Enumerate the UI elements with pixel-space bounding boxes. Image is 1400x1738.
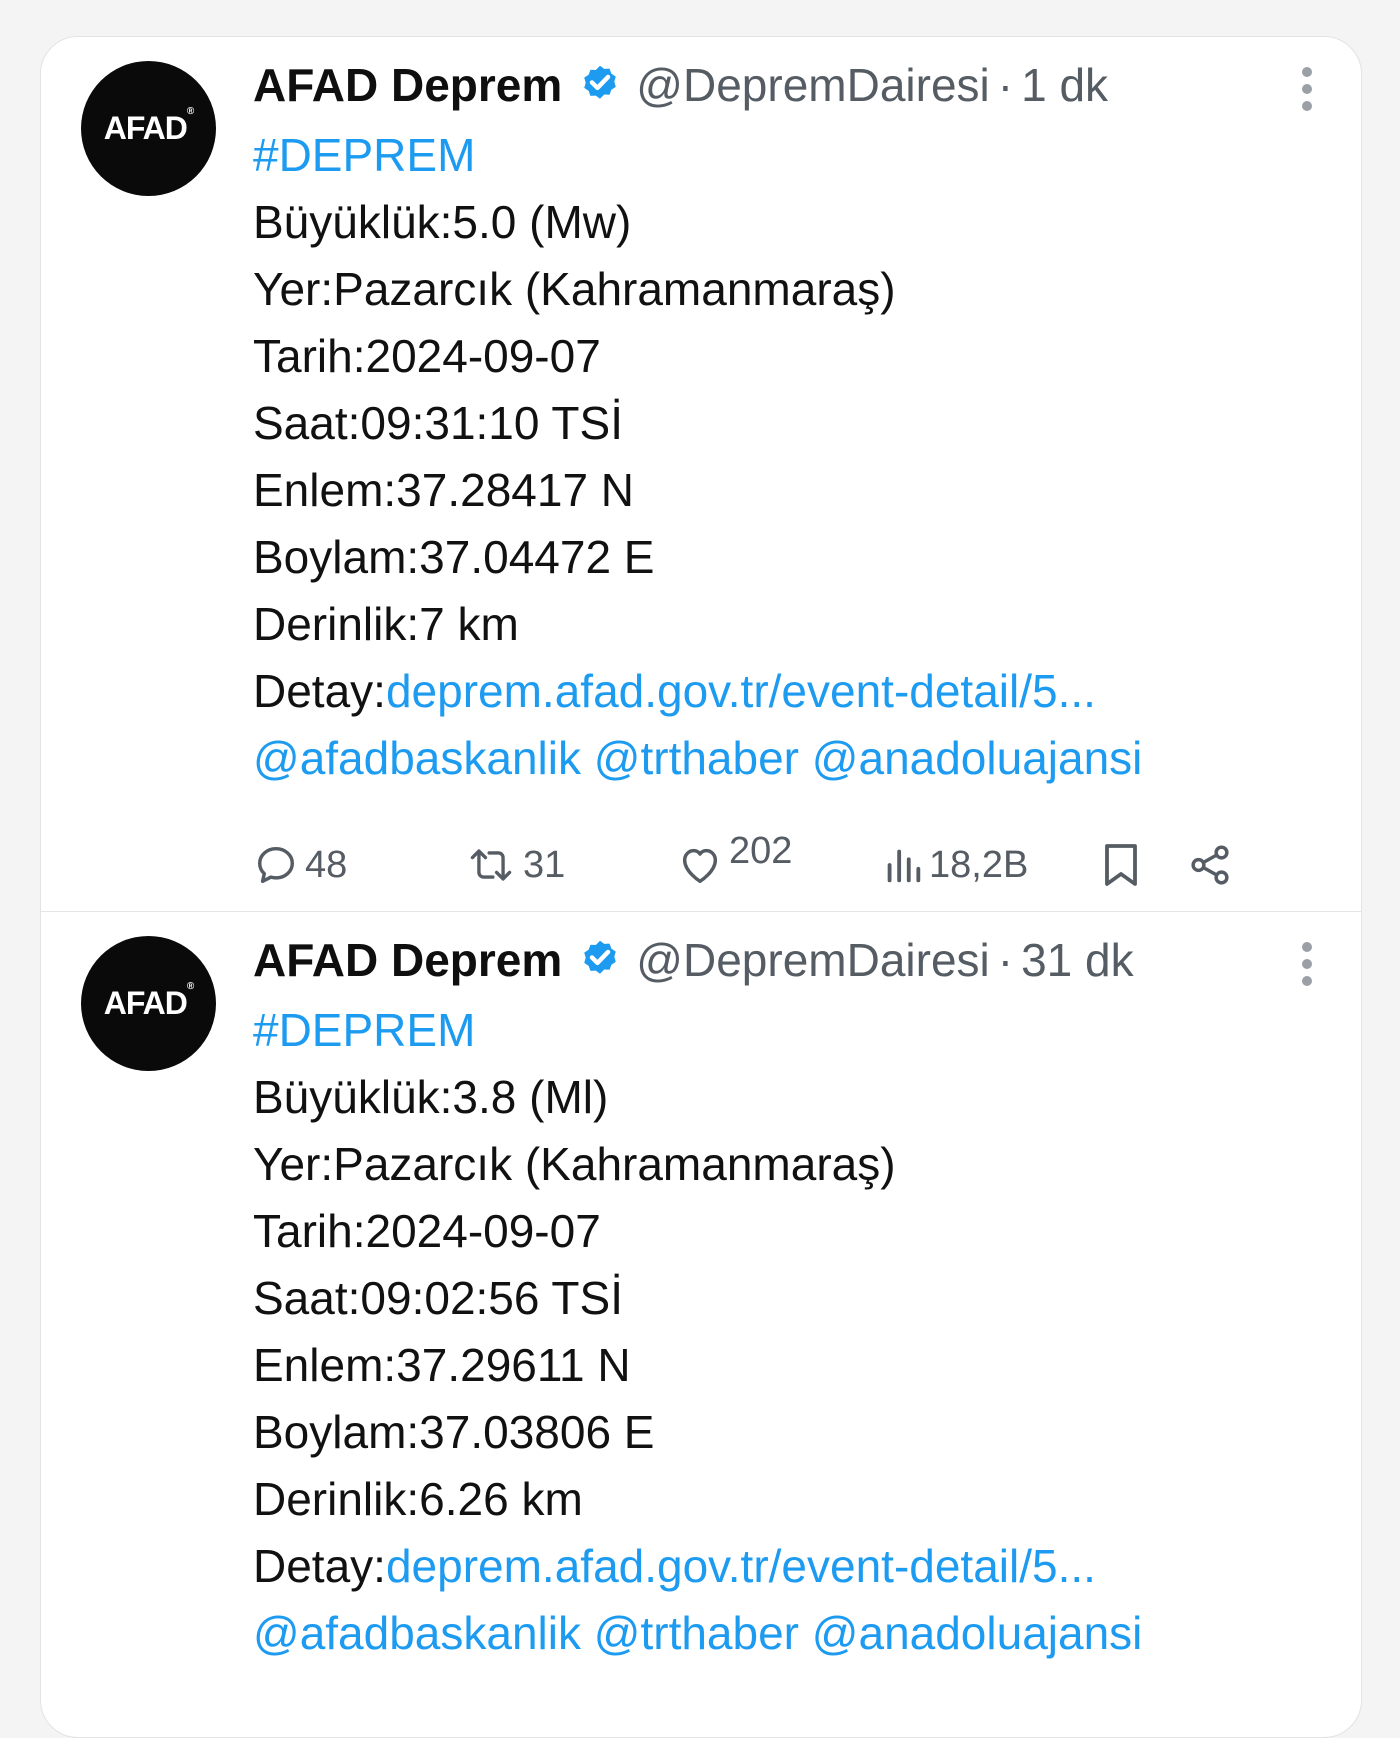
author-name[interactable]: AFAD Deprem (253, 58, 562, 112)
longitude-line: Boylam:37.04472 E (253, 531, 655, 583)
retweet-button[interactable]: 31 (465, 835, 565, 895)
location-line: Yer:Pazarcık (Kahramanmaraş) (253, 1138, 896, 1190)
timestamp[interactable]: 31 dk (1021, 933, 1134, 987)
reply-icon (257, 846, 295, 884)
tweet-actions: 48 31 202 18,2B (253, 830, 1353, 895)
longitude-line: Boylam:37.03806 E (253, 1406, 655, 1458)
author-name[interactable]: AFAD Deprem (253, 933, 562, 987)
views-button[interactable]: 18,2B (883, 835, 1028, 895)
reply-count: 48 (305, 843, 348, 886)
mentions-line[interactable]: @afadbaskanlik @trthaber @anadoluajansi (253, 1600, 1333, 1667)
detail-link[interactable]: deprem.afad.gov.tr/event-detail/5... (386, 665, 1096, 717)
reply-button[interactable]: 48 (253, 835, 347, 895)
tweet-header: AFAD Deprem @DepremDairesi · 1 dk (253, 55, 1333, 115)
retweet-icon (470, 849, 512, 881)
author-handle[interactable]: @DepremDairesi (636, 58, 989, 112)
separator: · (997, 934, 1014, 986)
bookmark-button[interactable] (1099, 835, 1143, 895)
share-button[interactable] (1187, 835, 1233, 895)
date-line: Tarih:2024-09-07 (253, 1205, 601, 1257)
tweet-header: AFAD Deprem @DepremDairesi · 31 dk (253, 930, 1333, 990)
mentions-line[interactable]: @afadbaskanlik @trthaber @anadoluajansi (253, 725, 1333, 792)
hashtag-link[interactable]: #DEPREM (253, 997, 1333, 1064)
detail-line: Detay:deprem.afad.gov.tr/event-detail/5.… (253, 658, 1333, 725)
time-line: Saat:09:02:56 TSİ (253, 1272, 623, 1324)
views-icon (887, 849, 921, 883)
tweet-text: #DEPREM Büyüklük:3.8 (Ml) Yer:Pazarcık (… (253, 997, 1333, 1667)
retweet-count: 31 (523, 843, 566, 886)
share-icon (1191, 845, 1229, 885)
magnitude-line: Büyüklük:3.8 (Ml) (253, 1071, 609, 1123)
tweet[interactable]: AFAD® AFAD Deprem @DepremDairesi · 31 dk… (41, 912, 1361, 1737)
magnitude-line: Büyüklük:5.0 (Mw) (253, 196, 632, 248)
like-button[interactable]: 202 (677, 821, 793, 884)
timeline-card: AFAD® AFAD Deprem @DepremDairesi · 1 dk … (40, 36, 1362, 1738)
like-icon (682, 848, 718, 884)
views-count: 18,2B (929, 843, 1029, 886)
timestamp[interactable]: 1 dk (1021, 58, 1108, 112)
tweet[interactable]: AFAD® AFAD Deprem @DepremDairesi · 1 dk … (41, 37, 1361, 912)
depth-line: Derinlik:6.26 km (253, 1473, 583, 1525)
bookmark-icon (1105, 844, 1137, 886)
verified-icon (584, 65, 617, 99)
afad-logo: AFAD® (103, 106, 195, 146)
like-count: 202 (729, 829, 793, 872)
detail-line: Detay:deprem.afad.gov.tr/event-detail/5.… (253, 1533, 1333, 1600)
detail-label: Detay: (253, 1540, 386, 1592)
avatar[interactable]: AFAD® (81, 61, 216, 196)
depth-line: Derinlik:7 km (253, 598, 519, 650)
detail-link[interactable]: deprem.afad.gov.tr/event-detail/5... (386, 1540, 1096, 1592)
latitude-line: Enlem:37.28417 N (253, 464, 635, 516)
date-line: Tarih:2024-09-07 (253, 330, 601, 382)
detail-label: Detay: (253, 665, 386, 717)
tweet-text: #DEPREM Büyüklük:5.0 (Mw) Yer:Pazarcık (… (253, 122, 1333, 792)
time-line: Saat:09:31:10 TSİ (253, 397, 623, 449)
verified-icon (584, 940, 617, 974)
separator: · (997, 59, 1014, 111)
latitude-line: Enlem:37.29611 N (253, 1339, 631, 1391)
hashtag-link[interactable]: #DEPREM (253, 122, 1333, 189)
location-line: Yer:Pazarcık (Kahramanmaraş) (253, 263, 896, 315)
afad-logo: AFAD® (103, 981, 195, 1021)
avatar[interactable]: AFAD® (81, 936, 216, 1071)
author-handle[interactable]: @DepremDairesi (636, 933, 989, 987)
